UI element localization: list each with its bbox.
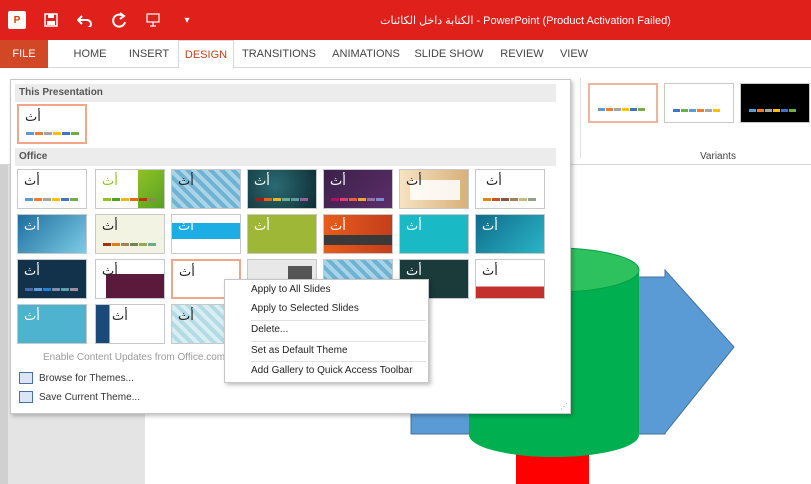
tab-animations[interactable]: ANIMATIONS: [326, 40, 406, 68]
tab-design[interactable]: DESIGN: [178, 40, 234, 69]
theme-current[interactable]: أث: [17, 104, 87, 144]
enable-content-updates-link: Enable Content Updates from Office.com..…: [43, 352, 234, 363]
theme-vapor-trail[interactable]: أث: [95, 304, 165, 344]
theme-glyph: أث: [482, 219, 498, 234]
browse-for-themes-label: Browse for Themes...: [39, 372, 134, 384]
theme-glyph: أث: [179, 265, 195, 280]
redo-icon[interactable]: [102, 0, 136, 40]
save-theme-icon: [19, 391, 33, 403]
section-office: Office: [15, 148, 556, 166]
theme-ion-boardroom[interactable]: أث: [323, 169, 393, 209]
tab-insert[interactable]: INSERT: [120, 40, 178, 68]
theme-circuit[interactable]: أث: [399, 214, 469, 254]
context-menu: Apply to All Slides Apply to Selected Sl…: [224, 279, 429, 383]
theme-glyph: أث: [102, 264, 118, 279]
theme-glyph: أث: [24, 219, 40, 234]
resize-grip-icon[interactable]: ⋰: [560, 402, 568, 411]
theme-glyph: أث: [330, 174, 346, 189]
theme-glyph: أث: [406, 219, 422, 234]
ribbon-divider: [580, 78, 581, 158]
powerpoint-icon[interactable]: P: [0, 0, 34, 40]
theme-glyph: أث: [406, 264, 422, 279]
tab-transitions[interactable]: TRANSITIONS: [238, 40, 320, 68]
theme-slice[interactable]: أث: [17, 214, 87, 254]
theme-integral[interactable]: أث: [171, 169, 241, 209]
theme-facet[interactable]: أث: [95, 169, 165, 209]
title-bar: P ▾ الكتابة داخل الكائنات - PowerPoint (…: [0, 0, 811, 40]
theme-retrospect[interactable]: أث: [475, 169, 545, 209]
tab-view[interactable]: VIEW: [556, 40, 592, 68]
variant-3[interactable]: [740, 83, 810, 123]
theme-glyph: أث: [25, 110, 41, 125]
tab-slide-show[interactable]: SLIDE SHOW: [410, 40, 488, 68]
theme-glyph: أث: [482, 264, 498, 279]
theme-slate[interactable]: أث: [17, 304, 87, 344]
theme-glyph: أث: [330, 219, 346, 234]
theme-glyph: أث: [24, 264, 40, 279]
theme-glyph: أث: [102, 219, 118, 234]
theme-droplet[interactable]: أث: [95, 259, 165, 299]
menu-apply-all-slides[interactable]: Apply to All Slides: [251, 281, 331, 299]
theme-glyph: أث: [178, 219, 194, 234]
section-this-presentation: This Presentation: [15, 84, 556, 102]
save-current-theme-link[interactable]: Save Current Theme...: [19, 391, 140, 403]
theme-glyph: أث: [178, 174, 194, 189]
browse-for-themes-link[interactable]: Browse for Themes...: [19, 372, 134, 384]
quick-access-toolbar: P ▾: [0, 0, 204, 40]
theme-glyph: أث: [112, 309, 128, 324]
ribbon-tabs: FILE HOME INSERT DESIGN TRANSITIONS ANIM…: [0, 40, 811, 69]
menu-add-gallery-to-qat[interactable]: Add Gallery to Quick Access Toolbar: [251, 362, 413, 380]
menu-apply-selected-slides[interactable]: Apply to Selected Slides: [251, 300, 359, 318]
theme-damask[interactable]: أث: [475, 214, 545, 254]
theme-glyph: أث: [486, 174, 502, 189]
tab-file[interactable]: FILE: [0, 40, 48, 68]
variants-group-label: Variants: [700, 151, 736, 162]
variant-1[interactable]: [588, 83, 658, 123]
menu-set-default-theme[interactable]: Set as Default Theme: [251, 342, 348, 360]
theme-glyph: أث: [24, 309, 40, 324]
present-from-start-icon[interactable]: [136, 0, 170, 40]
theme-organic[interactable]: أث: [399, 169, 469, 209]
theme-wisp[interactable]: أث: [95, 214, 165, 254]
theme-berlin[interactable]: أث: [323, 214, 393, 254]
menu-delete[interactable]: Delete...: [251, 321, 288, 339]
theme-dividend[interactable]: أث: [17, 259, 87, 299]
theme-glyph: أث: [24, 174, 40, 189]
theme-ion[interactable]: أث: [247, 169, 317, 209]
theme-savon[interactable]: أث: [475, 259, 545, 299]
theme-glyph: أث: [406, 174, 422, 189]
theme-banded[interactable]: أث: [171, 214, 241, 254]
theme-glyph: أث: [178, 309, 194, 324]
theme-basis[interactable]: أث: [247, 214, 317, 254]
tab-review[interactable]: REVIEW: [494, 40, 550, 68]
customize-qat-icon[interactable]: ▾: [170, 0, 204, 40]
theme-glyph: أث: [254, 219, 270, 234]
theme-glyph: أث: [102, 174, 118, 189]
folder-icon: [19, 372, 33, 384]
save-current-theme-label: Save Current Theme...: [39, 391, 140, 403]
theme-office[interactable]: أث: [17, 169, 87, 209]
window-title: الكتابة داخل الكائنات - PowerPoint (Prod…: [380, 14, 671, 27]
save-icon[interactable]: [34, 0, 68, 40]
theme-glyph: أث: [254, 174, 270, 189]
tab-home[interactable]: HOME: [64, 40, 116, 68]
variant-2[interactable]: [664, 83, 734, 123]
slide-panel-edge: [0, 165, 8, 484]
undo-icon[interactable]: [68, 0, 102, 40]
